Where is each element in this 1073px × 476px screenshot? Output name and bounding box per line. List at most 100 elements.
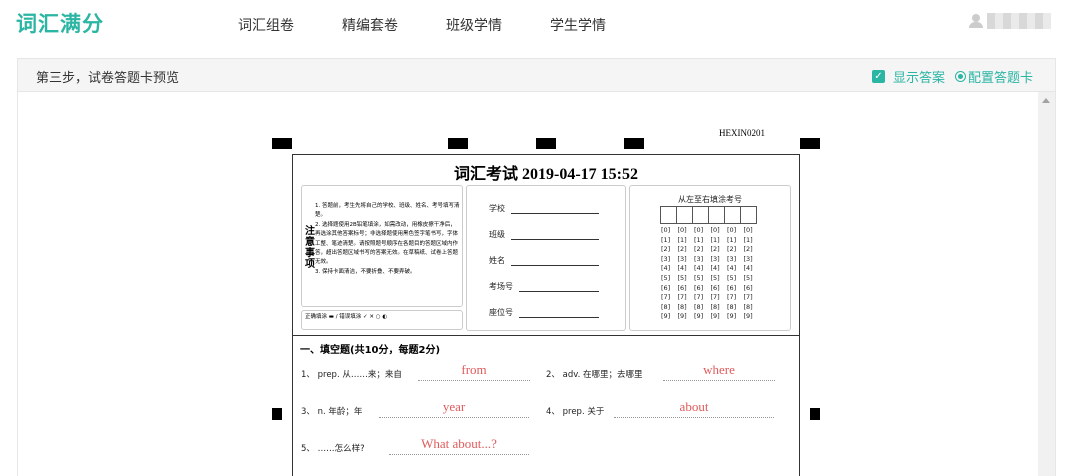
digit-bubble[interactable]: [9]	[727, 312, 744, 322]
nav-item-student-stats[interactable]: 学生学情	[550, 15, 606, 35]
step-actions: ✓ 显示答案 配置答题卡	[871, 67, 1033, 86]
digit-bubble[interactable]: [8]	[678, 303, 695, 313]
app-logo[interactable]: 词汇满分	[16, 8, 104, 38]
digit-bubble[interactable]: [3]	[678, 255, 695, 265]
digit-bubble[interactable]: [8]	[661, 303, 678, 313]
field-class[interactable]: 班级	[489, 229, 599, 240]
section-divider	[293, 335, 799, 336]
digit-bubble[interactable]: [8]	[711, 303, 728, 313]
vertical-scrollbar[interactable]	[1038, 92, 1055, 476]
digit-bubble[interactable]: [1]	[727, 236, 744, 246]
sheet-title: 词汇考试 2019-04-17 15:52	[454, 166, 638, 183]
digit-bubble[interactable]: [0]	[711, 226, 728, 236]
config-card-link[interactable]: 配置答题卡	[968, 67, 1033, 86]
exam-number-bubbles[interactable]: [0] [1] [2] [3] [4] [5] [6] [7] [8] [9] [0] [1] [2][…	[661, 226, 760, 322]
field-seat[interactable]: 座位号	[489, 307, 599, 318]
digit-bubble[interactable]: [7]	[727, 293, 744, 303]
step-title: 第三步，试卷答题卡预览	[36, 71, 180, 86]
digit-bubble[interactable]: [0]	[694, 226, 711, 236]
exam-number-grid[interactable]	[660, 206, 757, 224]
digit-bubble[interactable]: [4]	[727, 264, 744, 274]
digit-bubble[interactable]: [6]	[744, 284, 761, 294]
digit-bubble[interactable]: [2]	[711, 245, 728, 255]
digit-bubble[interactable]: [3]	[661, 255, 678, 265]
answer-line[interactable]	[614, 417, 774, 418]
digit-bubble[interactable]: [5]	[744, 274, 761, 284]
digit-bubble[interactable]: [0]	[744, 226, 761, 236]
digit-bubble[interactable]: [2]	[694, 245, 711, 255]
digit-bubble[interactable]: [1]	[694, 236, 711, 246]
digit-bubble[interactable]: [3]	[694, 255, 711, 265]
answer-card-preview: HEXIN0201 词汇考试 2019-04-17 15:52 注意事项 1. …	[17, 92, 1056, 476]
digit-bubble[interactable]: [5]	[678, 274, 695, 284]
digit-bubble[interactable]: [2]	[661, 245, 678, 255]
position-marker	[800, 138, 820, 149]
user-menu[interactable]	[969, 13, 1051, 29]
position-marker	[448, 138, 468, 149]
exam-number-column: [0] [1] [2] [3] [4] [5] [6] [7] [8] [9]	[744, 226, 761, 322]
digit-bubble[interactable]: [1]	[711, 236, 728, 246]
digit-bubble[interactable]: [4]	[661, 264, 678, 274]
show-answer-label[interactable]: 显示答案	[893, 67, 945, 86]
digit-bubble[interactable]: [7]	[661, 293, 678, 303]
digit-bubble[interactable]: [5]	[661, 274, 678, 284]
fill-legend-box: 正确填涂 ▬ / 错误填涂 ✓ ✕ ○ ◐	[301, 310, 463, 330]
answer-line[interactable]	[389, 454, 529, 455]
digit-bubble[interactable]: [7]	[711, 293, 728, 303]
field-name[interactable]: 姓名	[489, 255, 599, 266]
digit-bubble[interactable]: [8]	[744, 303, 761, 313]
digit-bubble[interactable]: [1]	[661, 236, 678, 246]
digit-bubble[interactable]: [4]	[711, 264, 728, 274]
digit-bubble[interactable]: [6]	[678, 284, 695, 294]
digit-bubble[interactable]: [0]	[661, 226, 678, 236]
exam-number-column: [0] [1] [2] [3] [4] [5] [6] [7] [8] [9]	[694, 226, 711, 322]
answer-line[interactable]	[418, 380, 530, 381]
digit-bubble[interactable]: [3]	[744, 255, 761, 265]
digit-bubble[interactable]: [4]	[678, 264, 695, 274]
digit-bubble[interactable]: [5]	[711, 274, 728, 284]
digit-bubble[interactable]: [7]	[694, 293, 711, 303]
digit-bubble[interactable]: [9]	[694, 312, 711, 322]
digit-bubble[interactable]: [2]	[678, 245, 695, 255]
digit-bubble[interactable]: [4]	[694, 264, 711, 274]
digit-bubble[interactable]: [9]	[744, 312, 761, 322]
digit-bubble[interactable]: [6]	[661, 284, 678, 294]
digit-bubble[interactable]: [8]	[727, 303, 744, 313]
top-navbar: 词汇满分 词汇组卷 精编套卷 班级学情 学生学情	[0, 0, 1073, 50]
digit-bubble[interactable]: [5]	[727, 274, 744, 284]
digit-bubble[interactable]: [2]	[744, 245, 761, 255]
answer-text: from	[461, 362, 487, 377]
digit-bubble[interactable]: [7]	[744, 293, 761, 303]
digit-bubble[interactable]: [3]	[727, 255, 744, 265]
digit-bubble[interactable]: [4]	[744, 264, 761, 274]
digit-bubble[interactable]: [1]	[678, 236, 695, 246]
exam-number-column: [0] [1] [2] [3] [4] [5] [6] [7] [8] [9]	[678, 226, 695, 322]
digit-bubble[interactable]: [6]	[694, 284, 711, 294]
digit-bubble[interactable]: [7]	[678, 293, 695, 303]
nav-item-vocab-paper[interactable]: 词汇组卷	[238, 15, 294, 35]
digit-bubble[interactable]: [6]	[727, 284, 744, 294]
answer-text: year	[442, 399, 466, 414]
nav-item-class-stats[interactable]: 班级学情	[446, 15, 502, 35]
digit-bubble[interactable]: [3]	[711, 255, 728, 265]
main-nav: 词汇组卷 精编套卷 班级学情 学生学情	[238, 15, 654, 35]
digit-bubble[interactable]: [9]	[661, 312, 678, 322]
nav-item-curated-sets[interactable]: 精编套卷	[342, 15, 398, 35]
digit-bubble[interactable]: [0]	[678, 226, 695, 236]
digit-bubble[interactable]: [9]	[711, 312, 728, 322]
digit-bubble[interactable]: [1]	[744, 236, 761, 246]
field-exam-room[interactable]: 考场号	[489, 281, 599, 292]
digit-bubble[interactable]: [0]	[727, 226, 744, 236]
field-school[interactable]: 学校	[489, 203, 599, 214]
exam-number-column: [0] [1] [2] [3] [4] [5] [6] [7] [8] [9]	[727, 226, 744, 322]
digit-bubble[interactable]: [6]	[711, 284, 728, 294]
digit-bubble[interactable]: [2]	[727, 245, 744, 255]
digit-bubble[interactable]: [9]	[678, 312, 695, 322]
scroll-up-arrow-icon[interactable]	[1042, 98, 1050, 103]
digit-bubble[interactable]: [8]	[694, 303, 711, 313]
answer-line[interactable]	[379, 417, 529, 418]
digit-bubble[interactable]: [5]	[694, 274, 711, 284]
answer-line[interactable]	[663, 380, 775, 381]
config-card-radio-icon[interactable]	[954, 71, 966, 82]
show-answer-checkbox-icon[interactable]: ✓	[871, 70, 885, 83]
